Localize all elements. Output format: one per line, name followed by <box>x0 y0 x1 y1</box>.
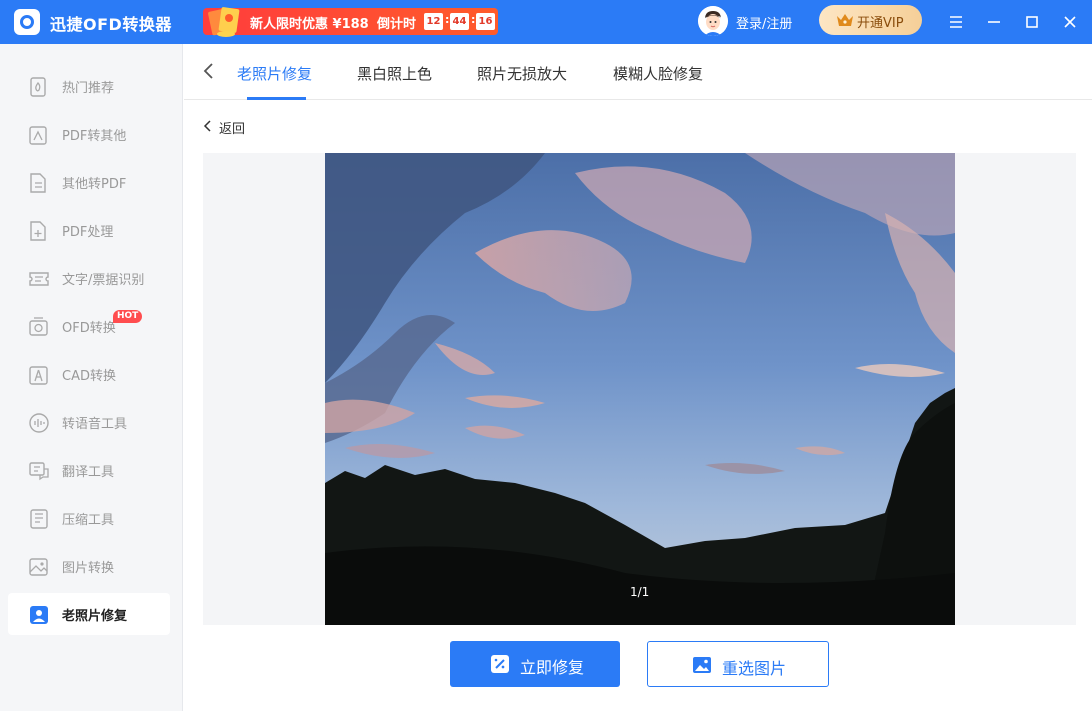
sidebar-item-voice[interactable]: 转语音工具 <box>8 401 170 443</box>
tab-old-photo-repair[interactable]: 老照片修复 <box>237 63 312 84</box>
ocr-icon <box>29 272 49 286</box>
app-title: 迅捷OFD转换器 <box>50 15 172 34</box>
sidebar-item-label: PDF处理 <box>62 225 114 240</box>
sidebar-item-ofd[interactable]: OFD转换 HOT <box>8 305 170 347</box>
photo-repair-icon <box>30 606 48 624</box>
to-pdf-icon <box>30 173 46 193</box>
active-tab-indicator <box>247 97 306 100</box>
image-icon <box>693 657 711 673</box>
sidebar-item-label: 压缩工具 <box>62 513 115 528</box>
chevron-left-icon[interactable] <box>202 62 216 80</box>
tab-bar: 老照片修复 黑白照上色 照片无损放大 模糊人脸修复 <box>184 44 1092 100</box>
sidebar-item-label: 热门推荐 <box>62 81 115 96</box>
close-icon[interactable] <box>1058 10 1082 34</box>
promo-text: 新人限时优惠 ¥188 <box>250 17 369 32</box>
minimize-icon[interactable] <box>982 10 1006 34</box>
login-register-link[interactable]: 登录/注册 <box>736 13 792 32</box>
sidebar-item-label: 老照片修复 <box>62 609 128 624</box>
sidebar-item-translate[interactable]: 翻译工具 <box>8 449 170 491</box>
tab-lossless-enlarge[interactable]: 照片无损放大 <box>477 63 567 84</box>
promo-banner[interactable]: 新人限时优惠 ¥188 倒计时 12 : 44 : 16 <box>203 7 498 37</box>
back-label: 返回 <box>219 122 246 137</box>
sidebar-item-label: CAD转换 <box>62 369 116 384</box>
chevron-left-icon <box>203 120 211 132</box>
user-avatar[interactable] <box>698 6 728 36</box>
crown-icon <box>837 14 853 26</box>
app-logo-icon <box>14 9 40 35</box>
sidebar-item-label: 文字/票据识别 <box>62 273 145 288</box>
sidebar-item-label: 其他转PDF <box>62 177 127 192</box>
title-bar: 迅捷OFD转换器 新人限时优惠 ¥188 倒计时 12 : 44 : 16 登录… <box>0 0 1092 44</box>
countdown-minutes: 44 <box>450 13 469 30</box>
countdown-separator: : <box>445 13 450 26</box>
uploaded-photo <box>325 153 955 625</box>
voice-icon <box>29 413 49 433</box>
avatar-face-icon <box>698 6 728 36</box>
menu-icon[interactable] <box>944 10 968 34</box>
pdf-convert-icon <box>29 126 47 145</box>
reselect-image-label: 重选图片 <box>722 659 787 678</box>
repair-now-button[interactable]: 立即修复 <box>450 641 620 687</box>
sidebar-item-cad[interactable]: CAD转换 <box>8 353 170 395</box>
compress-icon <box>30 509 48 529</box>
sidebar-item-compress[interactable]: 压缩工具 <box>8 497 170 539</box>
translate-icon <box>29 462 49 481</box>
sidebar-item-label: 翻译工具 <box>62 465 115 480</box>
pdf-process-icon <box>30 221 46 241</box>
image-preview-area <box>203 153 1076 625</box>
sidebar-item-pdf-process[interactable]: PDF处理 <box>8 209 170 251</box>
ofd-icon <box>29 317 48 336</box>
sidebar-item-other-to-pdf[interactable]: 其他转PDF <box>8 161 170 203</box>
magic-repair-icon <box>491 655 509 673</box>
sidebar-item-hot-recommend[interactable]: 热门推荐 <box>8 65 170 107</box>
sidebar-item-label: OFD转换 <box>62 321 116 336</box>
sidebar: 热门推荐 PDF转其他 其他转PDF PDF处理 文字/票据识别 OFD转换 H… <box>0 44 183 711</box>
hot-recommend-icon <box>30 77 46 97</box>
countdown-seconds: 16 <box>476 13 495 30</box>
cad-icon <box>29 366 48 385</box>
maximize-icon[interactable] <box>1020 10 1044 34</box>
countdown-separator: : <box>471 13 476 26</box>
page-indicator: 1/1 <box>630 585 650 599</box>
tab-blurry-face-repair[interactable]: 模糊人脸修复 <box>613 63 703 84</box>
countdown-label: 倒计时 <box>377 17 417 32</box>
sidebar-item-label: 转语音工具 <box>62 417 128 432</box>
sidebar-item-image-convert[interactable]: 图片转换 <box>8 545 170 587</box>
reselect-image-button[interactable]: 重选图片 <box>647 641 829 687</box>
repair-now-label: 立即修复 <box>520 658 585 677</box>
red-envelope-icon <box>208 7 240 37</box>
open-vip-button[interactable]: 开通VIP <box>819 5 922 35</box>
vip-label: 开通VIP <box>857 16 904 31</box>
sidebar-item-label: PDF转其他 <box>62 129 127 144</box>
sidebar-item-old-photo-repair[interactable]: 老照片修复 <box>8 593 170 635</box>
sidebar-item-ocr[interactable]: 文字/票据识别 <box>8 257 170 299</box>
image-convert-icon <box>29 558 48 576</box>
hot-badge: HOT <box>113 310 143 323</box>
tab-bw-colorize[interactable]: 黑白照上色 <box>357 63 432 84</box>
sidebar-item-label: 图片转换 <box>62 561 115 576</box>
sidebar-item-pdf-to-other[interactable]: PDF转其他 <box>8 113 170 155</box>
countdown-hours: 12 <box>424 13 443 30</box>
